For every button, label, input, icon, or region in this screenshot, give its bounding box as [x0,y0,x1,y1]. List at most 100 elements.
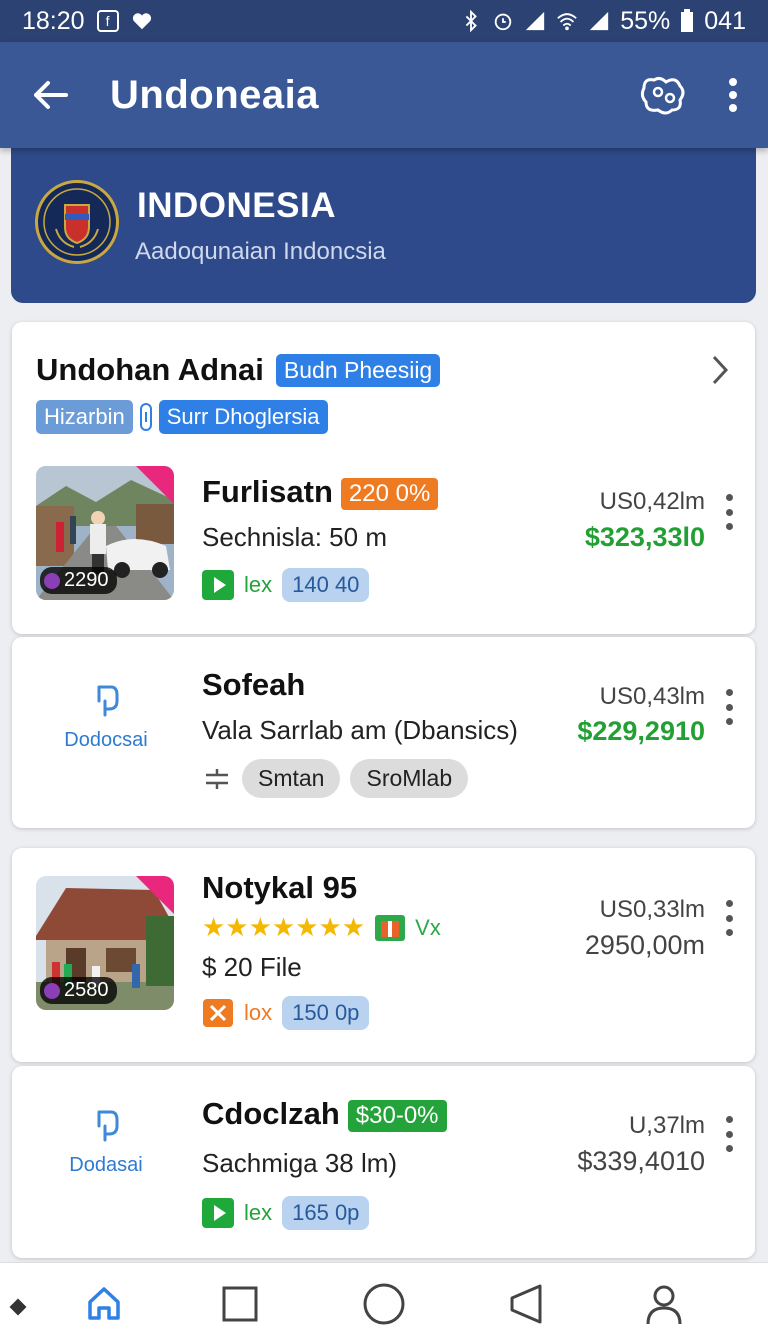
group-tag[interactable]: Surr Dhoglersia [158,400,328,434]
group-title: Undohan Adnai Budn Pheesiig [36,352,441,388]
price-per-unit: US0,43lm [599,683,705,710]
link-icon [139,403,152,431]
app-bar: Undoneaia [0,42,768,148]
status-extra: 041 [704,6,746,35]
heart-notification-icon [132,13,151,30]
meta-chip[interactable]: 165 0p [282,1196,370,1230]
document-placeholder: Dodasai [36,1104,176,1177]
document-icon [97,685,119,717]
listing-meta: Smtan SroMlab [202,759,469,798]
puzzle-icon [203,999,233,1027]
meta-chip[interactable]: 140 40 [282,568,370,602]
listing-title: Notykal 95 [202,870,358,905]
play-icon[interactable] [202,1198,234,1228]
photo-icon [44,982,60,999]
group-tag[interactable]: Hizarbin [36,400,133,434]
nav-recents[interactable] [200,1263,280,1344]
listing-card[interactable]: 2580 Notykal 95 ★★★★★★★ Vx $ 20 File lox… [12,848,755,1062]
meta-chip[interactable]: 150 0p [282,996,370,1030]
photo-icon [44,572,60,589]
battery-percent: 55% [620,6,671,35]
wifi-icon [557,13,578,31]
map-icon [640,76,685,115]
price-per-unit: US0,33lm [599,896,705,923]
rating-stars: ★★★★★★★ [202,912,366,942]
listing-more-button[interactable] [723,494,735,530]
chevron-right-icon [712,355,729,385]
signal-2-icon [590,11,609,31]
back-triangle-icon [510,1284,542,1324]
listing-title-text: Cdoclzah [202,1096,340,1131]
gift-icon [375,914,406,941]
listing-title[interactable]: Cdoclzah $30-0% [202,1096,447,1132]
group-expand-button[interactable] [711,354,729,391]
document-icon [97,1110,119,1142]
listing-card[interactable]: Dodasai Cdoclzah $30-0% Sachmiga 38 lm) l… [12,1066,755,1258]
listing-title[interactable]: Furlisatn 220 0% [202,474,439,510]
status-bar: 18:20 f 55% 041 [0,0,768,42]
square-icon [222,1286,258,1322]
listing-title: Sofeah [202,667,306,702]
banner-subtitle: Aadoqunaian Indoncsia [135,238,386,265]
favorite-ribbon [136,466,174,504]
listing-meta: lex 140 40 [202,568,370,602]
listing-more-button[interactable] [723,689,735,725]
price-per-unit: U,37lm [628,1112,705,1139]
price-total: $339,4010 [577,1146,705,1176]
price-per-unit: US0,42lm [599,488,705,515]
battery-icon [681,9,694,32]
photo-count-badge: 2290 [40,567,117,594]
notification-icon: f [96,10,119,32]
listing-subtitle: $ 20 File [202,952,302,982]
discount-badge: $30-0% [347,1099,447,1132]
group-tags: Hizarbin Surr Dhoglersia [36,400,328,434]
discount-badge: 220 0% [340,477,439,510]
favorite-ribbon [136,876,174,914]
country-banner: INDONESIA Aadoqunaian Indoncsia [11,148,756,303]
banner-title: INDONESIA [137,186,336,225]
home-icon [88,1287,120,1320]
signal-icon [526,11,545,31]
listing-photo[interactable]: 2290 [36,466,174,600]
rating-label: Vx [415,914,441,940]
more-vertical-icon [729,78,737,112]
group-badge: Budn Pheesiig [275,353,441,387]
nav-back[interactable] [486,1263,566,1344]
meta-label: lex [244,572,273,597]
price-total: $323,33l0 [584,522,705,552]
photo-count: 2290 [64,569,109,591]
play-icon[interactable] [202,570,234,600]
listing-meta: lox 150 0p [202,996,370,1030]
listing-photo[interactable]: 2580 [36,876,174,1010]
listing-subtitle: Sechnisla: 50 m [202,522,387,552]
map-button[interactable] [628,42,698,148]
listing-more-button[interactable] [723,1116,735,1152]
alarm-icon [494,13,512,31]
listing-title-text: Furlisatn [202,474,333,509]
emblem-logo [35,180,119,264]
filter-icon [206,768,228,789]
listing-group-card: Undohan Adnai Budn Pheesiig Hizarbin Sur… [12,322,755,634]
photo-count-badge: 2580 [40,977,117,1004]
nav-home-circle[interactable] [344,1263,424,1344]
nav-profile[interactable] [624,1263,704,1344]
status-time: 18:20 [22,6,85,35]
price-total: 2950,00m [584,930,705,960]
listing-subtitle: Sachmiga 38 lm) [202,1148,398,1178]
nav-home[interactable] [64,1263,144,1344]
listing-more-button[interactable] [723,900,735,936]
placeholder-label: Dodocsai [64,729,148,751]
back-button[interactable] [0,42,100,148]
listing-card[interactable]: Dodocsai Sofeah Vala Sarrlab am (Dbansic… [12,637,755,828]
tag-chip[interactable]: SroMlab [350,759,469,798]
circle-icon [363,1283,405,1325]
person-icon [646,1285,682,1325]
tag-chip[interactable]: Smtan [242,759,341,798]
bluetooth-icon [466,10,478,32]
bottom-navigation [0,1262,768,1344]
meta-label: lox [244,1000,273,1025]
group-title-text: Undohan Adnai [36,352,264,387]
meta-label: lex [244,1200,273,1225]
more-options-button[interactable] [698,42,768,148]
photo-count: 2580 [64,979,109,1001]
